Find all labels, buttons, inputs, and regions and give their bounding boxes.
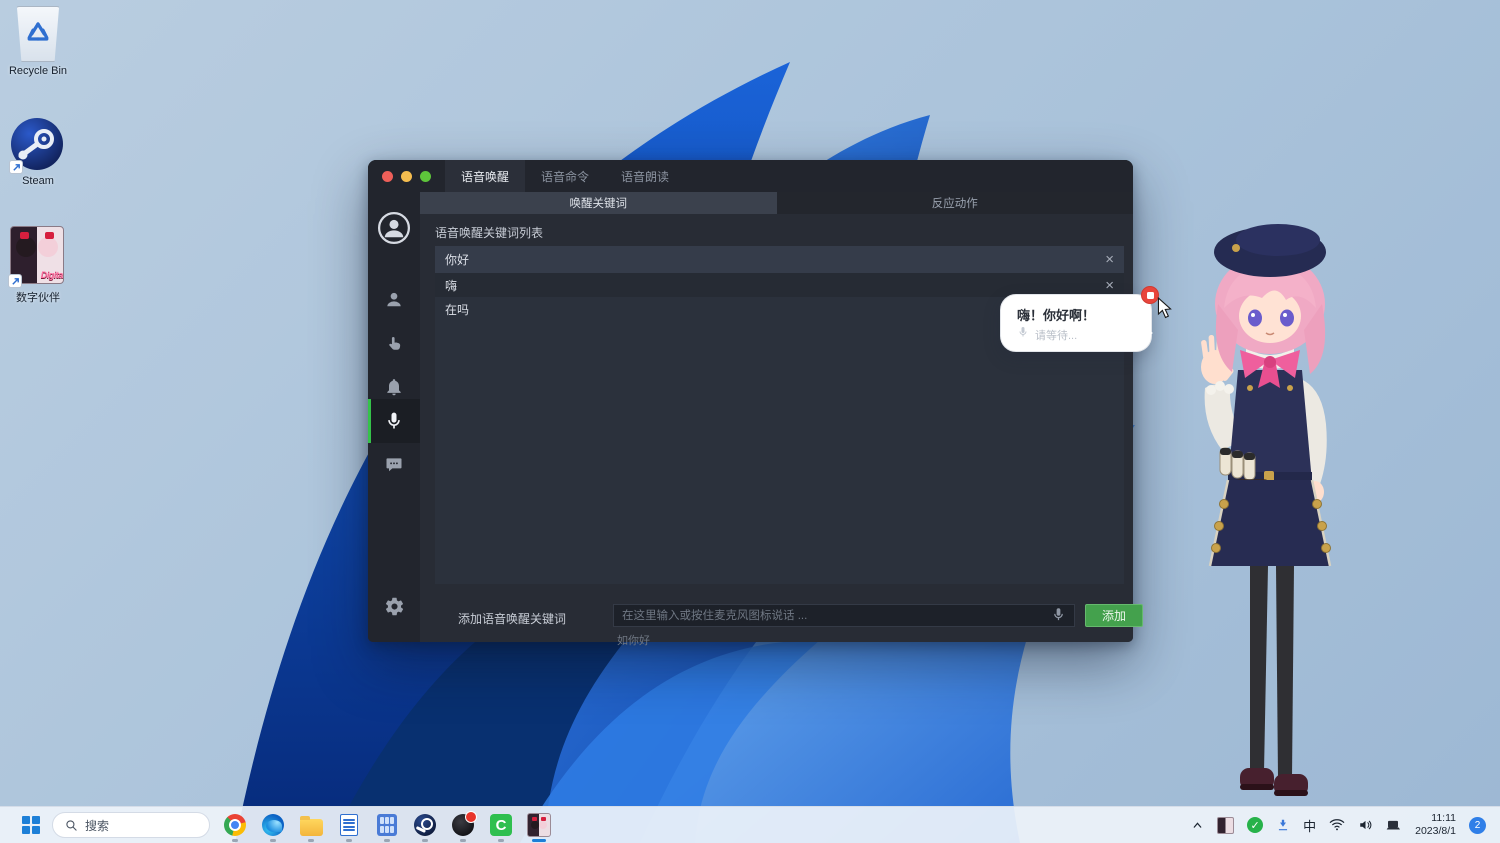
window-main-panel: 唤醒关键词 反应动作 语音唤醒关键词列表 你好 × 嗨 × 在吗 添加语音唤醒关… (420, 192, 1133, 642)
taskbar-clock[interactable]: 11:11 2023/8/1 (1415, 812, 1456, 838)
tray-security-icon[interactable]: ✓ (1247, 817, 1263, 833)
sidebar-item-touch[interactable] (368, 322, 420, 366)
sidebar-item-settings[interactable] (368, 584, 420, 628)
taskbar-notes-icon[interactable] (336, 812, 362, 838)
shortcut-arrow-icon (9, 160, 23, 174)
ime-indicator[interactable]: 中 (1303, 816, 1316, 835)
window-sidebar (368, 192, 420, 642)
person-icon (384, 290, 404, 310)
keyword-text: 在吗 (445, 301, 469, 318)
device-icon[interactable] (1386, 819, 1402, 832)
tray-chevron-up-icon[interactable] (1191, 819, 1204, 832)
chat-icon (384, 455, 404, 475)
wifi-icon[interactable] (1329, 818, 1345, 832)
add-keyword-bar: 添加语音唤醒关键词 添加 如你好 (435, 598, 1124, 658)
taskbar-media-app-icon[interactable] (450, 812, 476, 838)
clock-time: 11:11 (1415, 812, 1456, 825)
gear-icon (384, 596, 405, 617)
speech-status: 请等待... (1035, 327, 1077, 343)
subtab-wake-keywords[interactable]: 唤醒关键词 (420, 192, 777, 214)
taskbar-search[interactable]: 搜索 (52, 812, 210, 838)
bubble-microphone-icon (1017, 326, 1029, 338)
digital-mate-icon: Digital Mate (10, 226, 66, 286)
window-titlebar[interactable]: 语音唤醒 语音命令 语音朗读 (368, 160, 1133, 192)
avatar-icon (377, 211, 411, 245)
sidebar-item-voice[interactable] (368, 399, 420, 443)
taskbar-steam-icon[interactable] (412, 812, 438, 838)
tray-download-icon[interactable] (1276, 818, 1290, 832)
keyword-row[interactable]: 你好 × (435, 246, 1124, 273)
anime-character[interactable] (1178, 212, 1368, 812)
bell-icon (384, 377, 404, 397)
taskbar-digital-mate-icon[interactable] (526, 812, 552, 838)
close-window-button[interactable] (382, 171, 393, 182)
taskbar-edge-icon[interactable] (260, 812, 286, 838)
hand-pointer-icon (384, 334, 404, 354)
tab-voice-wake[interactable]: 语音唤醒 (445, 160, 525, 192)
remove-keyword-icon[interactable]: × (1105, 252, 1114, 267)
desktop-icon-steam[interactable]: Steam (2, 118, 74, 187)
mouse-cursor (1157, 297, 1172, 319)
desktop-icon-digital-mate[interactable]: Digital Mate 数字伙伴 (2, 226, 74, 305)
desktop-icon-recycle-bin[interactable]: Recycle Bin (2, 6, 74, 77)
taskbar-chrome-icon[interactable] (222, 812, 248, 838)
recycle-bin-icon (2, 6, 74, 62)
desktop-icon-label: 数字伙伴 (2, 289, 74, 305)
remove-keyword-icon[interactable]: × (1105, 278, 1114, 293)
keyword-text: 嗨 (445, 277, 457, 294)
volume-icon[interactable] (1358, 818, 1373, 832)
tray-digital-mate-icon[interactable] (1217, 817, 1234, 834)
steam-icon (11, 118, 65, 172)
window-controls (368, 160, 445, 192)
start-button[interactable] (16, 810, 46, 840)
speech-text: 嗨！你好啊！ (1017, 305, 1095, 324)
keyword-text: 你好 (445, 251, 469, 268)
notification-badge[interactable]: 2 (1469, 817, 1486, 834)
sidebar-item-chat[interactable] (368, 443, 420, 487)
minimize-window-button[interactable] (401, 171, 412, 182)
input-hint: 如你好 (617, 632, 650, 648)
add-keyword-label: 添加语音唤醒关键词 (458, 610, 566, 627)
search-icon (65, 819, 78, 832)
shortcut-arrow-icon (8, 274, 22, 288)
keyword-input[interactable] (613, 604, 1075, 627)
microphone-icon (384, 411, 404, 431)
clock-date: 2023/8/1 (1415, 825, 1456, 838)
voice-settings-window: 语音唤醒 语音命令 语音朗读 (368, 160, 1133, 642)
desktop-icon-label: Steam (2, 175, 74, 187)
maximize-window-button[interactable] (420, 171, 431, 182)
keyword-list-title: 语音唤醒关键词列表 (435, 224, 543, 241)
taskbar-file-explorer-icon[interactable] (298, 812, 324, 838)
subtab-reactions[interactable]: 反应动作 (777, 192, 1134, 214)
character-speech-bubble: 嗨！你好啊！ 请等待... (1000, 294, 1152, 352)
stop-icon (1147, 292, 1154, 299)
tab-voice-read[interactable]: 语音朗读 (605, 160, 685, 192)
windows-logo-icon (22, 816, 40, 834)
sidebar-item-profile[interactable] (368, 278, 420, 322)
sidebar-item-avatar[interactable] (368, 204, 420, 252)
taskbar-clash-icon[interactable]: C (488, 812, 514, 838)
taskbar: 搜索 C ✓ 中 (0, 806, 1500, 843)
tab-voice-command[interactable]: 语音命令 (525, 160, 605, 192)
taskbar-calculator-icon[interactable] (374, 812, 400, 838)
desktop-icon-label: Recycle Bin (2, 65, 74, 77)
search-placeholder: 搜索 (85, 817, 109, 834)
add-keyword-button[interactable]: 添加 (1085, 604, 1143, 627)
input-microphone-icon[interactable] (1051, 607, 1066, 622)
